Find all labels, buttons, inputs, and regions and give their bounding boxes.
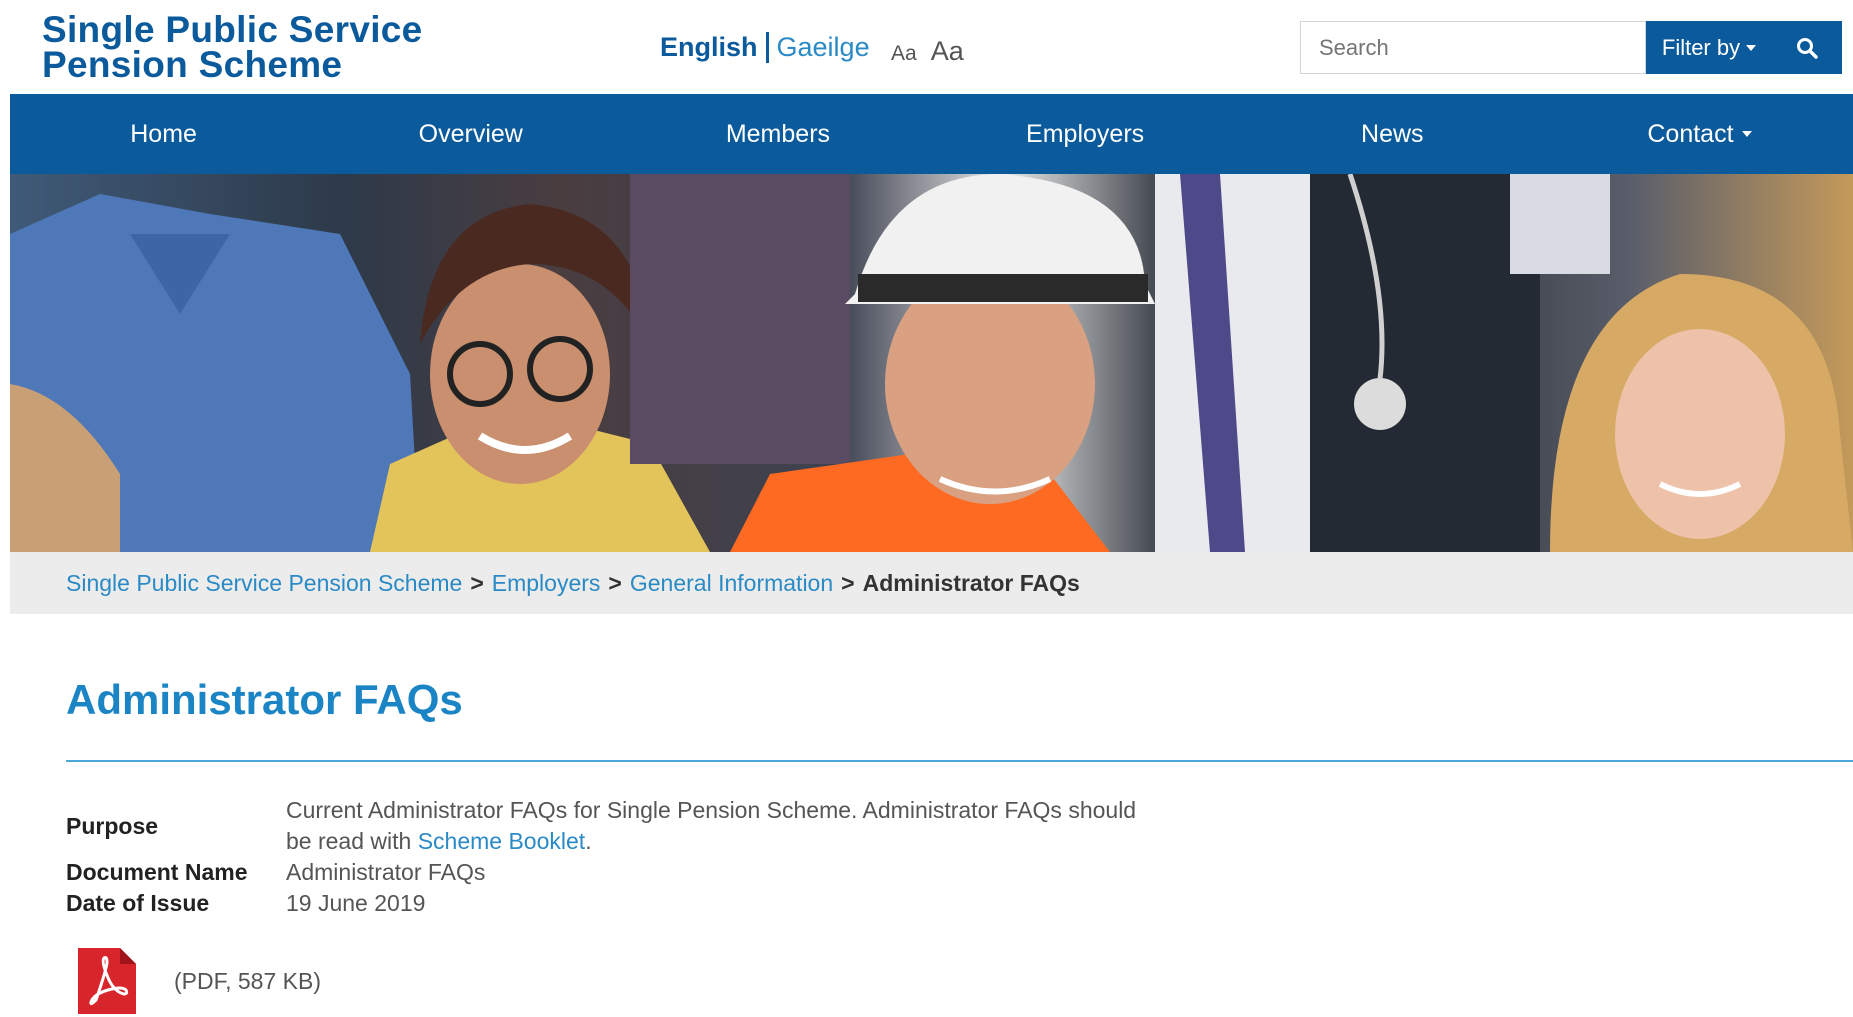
filter-by-label: Filter by — [1661, 34, 1741, 60]
document-name-value: Administrator FAQs — [286, 859, 486, 885]
nav-item-home[interactable]: Home — [10, 94, 317, 174]
language-irish-link[interactable]: Gaeilge — [769, 32, 870, 63]
purpose-text-continued: be read with — [286, 828, 418, 854]
logo-line-1: Single Public Service — [42, 9, 423, 50]
font-size-controls: Aa Aa — [891, 36, 964, 67]
breadcrumb-separator: > — [470, 569, 484, 596]
nav-item-label: Employers — [1026, 119, 1145, 148]
title-divider — [66, 760, 1853, 762]
hero-people-illustration — [10, 174, 1853, 552]
language-english-link[interactable]: English — [660, 32, 769, 63]
nav-item-label: Overview — [418, 119, 523, 148]
purpose-row: Purpose Current Administrator FAQs for S… — [66, 795, 1246, 857]
font-size-small-button[interactable]: Aa — [891, 42, 917, 66]
nav-item-label: Home — [130, 119, 197, 148]
breadcrumb-link-general-information[interactable]: General Information — [630, 570, 833, 597]
pdf-download[interactable]: (PDF, 587 KB) — [78, 948, 321, 1014]
filter-by-button[interactable]: Filter by — [1646, 21, 1772, 74]
document-details: Purpose Current Administrator FAQs for S… — [66, 795, 1246, 919]
site-header: Single Public Service Pension Scheme Eng… — [0, 0, 1853, 94]
nav-item-label: Contact — [1647, 119, 1734, 148]
language-switcher: English Gaeilge — [660, 32, 870, 63]
document-name-row: Document Name Administrator FAQs — [66, 857, 1246, 888]
search-button[interactable] — [1772, 21, 1842, 74]
pdf-icon[interactable] — [78, 948, 136, 1014]
logo-line-2: Pension Scheme — [42, 44, 343, 85]
search-field-wrapper — [1300, 21, 1646, 74]
nav-item-label: News — [1361, 119, 1424, 148]
breadcrumb-current: Administrator FAQs — [862, 569, 1080, 596]
page-title: Administrator FAQs — [66, 676, 463, 723]
site-logo[interactable]: Single Public Service Pension Scheme — [42, 9, 423, 85]
nav-item-employers[interactable]: Employers — [932, 94, 1239, 174]
search-icon — [1797, 37, 1818, 59]
purpose-text: Current Administrator FAQs for Single Pe… — [286, 797, 1137, 823]
font-size-large-button[interactable]: Aa — [931, 36, 964, 67]
purpose-value: Current Administrator FAQs for Single Pe… — [286, 795, 1246, 857]
breadcrumb: Single Public Service Pension Scheme > E… — [10, 552, 1853, 614]
scheme-booklet-link[interactable]: Scheme Booklet — [418, 828, 585, 854]
date-of-issue-value: 19 June 2019 — [286, 890, 426, 916]
purpose-text-end: . — [585, 828, 592, 854]
caret-down-icon — [1741, 131, 1752, 137]
breadcrumb-separator: > — [841, 569, 855, 596]
search-input[interactable] — [1319, 34, 1645, 61]
purpose-label: Purpose — [66, 813, 159, 839]
nav-item-members[interactable]: Members — [624, 94, 931, 174]
document-name-label: Document Name — [66, 859, 248, 885]
date-of-issue-row: Date of Issue 19 June 2019 — [66, 888, 1246, 919]
nav-item-news[interactable]: News — [1239, 94, 1546, 174]
main-navigation: Home Overview Members Employers News Con… — [10, 94, 1853, 174]
date-of-issue-label: Date of Issue — [66, 890, 210, 916]
hero-banner-image — [10, 174, 1853, 552]
nav-item-overview[interactable]: Overview — [317, 94, 624, 174]
breadcrumb-link-employers[interactable]: Employers — [492, 570, 601, 597]
nav-item-contact[interactable]: Contact — [1546, 94, 1853, 174]
breadcrumb-link-home[interactable]: Single Public Service Pension Scheme — [66, 570, 462, 597]
breadcrumb-separator: > — [608, 569, 622, 596]
pdf-file-info: (PDF, 587 KB) — [174, 967, 321, 994]
caret-down-icon — [1746, 44, 1757, 51]
nav-item-label: Members — [725, 119, 831, 148]
